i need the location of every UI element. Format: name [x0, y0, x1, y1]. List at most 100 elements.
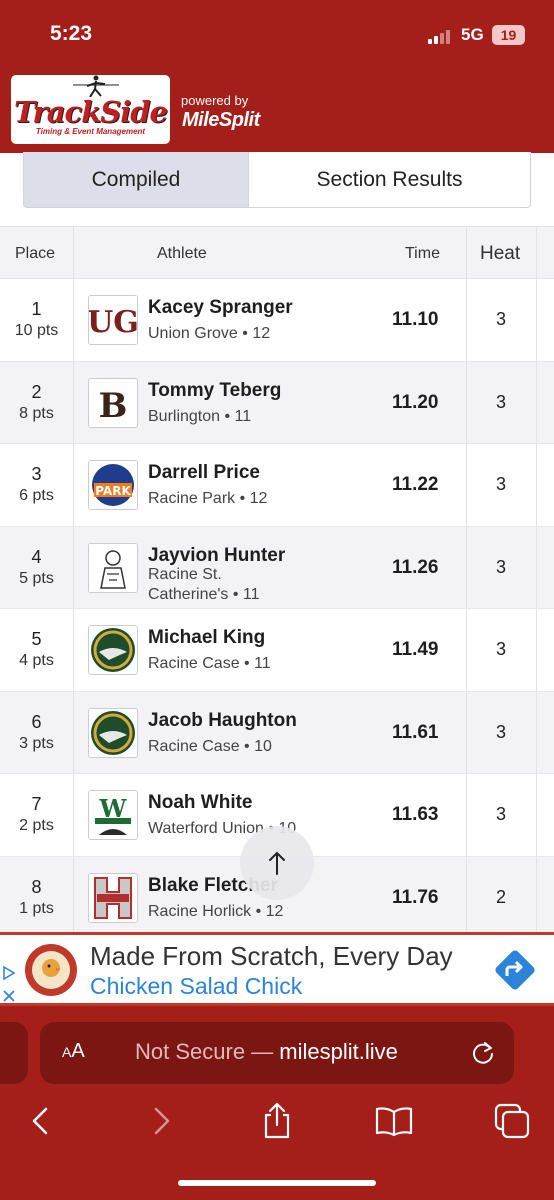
racine-horlick-logo	[88, 872, 138, 923]
network-type: 5G	[461, 25, 484, 44]
table-header: Place Athlete Time Heat	[0, 226, 554, 280]
table-row[interactable]: 4 5 pts Jayvion Hunter Racine St. Catheri…	[0, 526, 554, 609]
svg-text:B: B	[99, 386, 128, 426]
place-points: 4 pts	[19, 652, 54, 669]
address-bar[interactable]: AA Not Secure — milesplit.live	[40, 1022, 514, 1084]
results-tabs: Compiled Section Results	[23, 152, 531, 208]
table-row[interactable]: 6 3 pts Jacob Haughton Racine Case • 10 …	[0, 691, 554, 774]
place-points: 6 pts	[19, 487, 54, 504]
heat-number: 3	[495, 804, 506, 824]
result-time: 11.26	[392, 556, 439, 578]
athlete-school: Racine Case • 11	[148, 655, 271, 672]
column-header-heat[interactable]: Heat	[480, 227, 520, 280]
tabs-icon[interactable]	[492, 1101, 532, 1141]
tab-section-results[interactable]: Section Results	[249, 152, 530, 207]
ad-headline[interactable]: Made From Scratch, Every Day	[90, 941, 453, 972]
heat-number: 3	[495, 639, 506, 659]
app-header: TrackSide Timing & Event Management	[0, 66, 554, 153]
column-header-time[interactable]: Time	[405, 227, 440, 280]
svg-text:UG: UG	[89, 305, 137, 340]
directions-icon[interactable]	[490, 945, 540, 995]
athlete-name[interactable]: Kacey Spranger	[148, 297, 293, 319]
url-domain: milesplit.live	[279, 1039, 398, 1064]
table-row[interactable]: 2 8 pts B Tommy Teberg Burlington • 11 1…	[0, 361, 554, 444]
url-security: Not Secure —	[135, 1039, 280, 1064]
place-points: 1 pts	[19, 899, 54, 917]
browser-toolbar: AA Not Secure — milesplit.live	[0, 1006, 554, 1200]
heat-number: 2	[495, 886, 506, 907]
column-header-place[interactable]: Place	[15, 227, 55, 280]
place-points: 3 pts	[19, 734, 54, 752]
chicken-salad-chick-logo	[25, 944, 77, 996]
waterford-union-logo: W	[88, 790, 138, 840]
athlete-school: Burlington • 11	[148, 407, 252, 425]
result-time: 11.49	[392, 639, 439, 660]
place-number: 4	[31, 546, 42, 567]
svg-text:PARK: PARK	[95, 484, 131, 498]
result-time: 11.61	[392, 721, 439, 743]
athlete-name[interactable]: Noah White	[148, 792, 253, 814]
result-time: 11.22	[392, 474, 439, 495]
text-size-button[interactable]: AA	[62, 1040, 85, 1063]
status-bar: 5:23 5G 19	[0, 0, 554, 66]
back-icon[interactable]	[22, 1101, 62, 1141]
athlete-name[interactable]: Jacob Haughton	[148, 710, 297, 732]
school-line: Racine St.	[148, 565, 222, 583]
forward-icon[interactable]	[140, 1101, 180, 1141]
previous-tab-pill[interactable]	[0, 1022, 28, 1084]
battery-icon: 19	[492, 25, 525, 45]
result-time: 11.63	[392, 804, 439, 825]
home-indicator[interactable]	[178, 1180, 376, 1186]
heat-number: 3	[495, 309, 506, 329]
result-time: 11.76	[392, 886, 439, 908]
table-row[interactable]: 5 4 pts Michael King Racine Case • 11 11…	[0, 609, 554, 692]
milesplit-logo[interactable]: MileSplit	[182, 109, 260, 132]
burlington-logo: B	[88, 377, 138, 428]
powered-by-label: powered by	[181, 93, 249, 108]
runner-icon	[73, 75, 119, 97]
place-number: 5	[31, 629, 42, 649]
racine-case-logo	[88, 625, 138, 675]
logo-text: TrackSide	[14, 95, 168, 129]
tab-compiled[interactable]: Compiled	[24, 152, 249, 207]
place-points: 5 pts	[19, 569, 54, 587]
reload-icon[interactable]	[470, 1040, 496, 1066]
result-time: 11.10	[392, 309, 439, 330]
share-icon[interactable]	[257, 1101, 297, 1141]
place-number: 8	[31, 876, 42, 897]
ad-brand-link[interactable]: Chicken Salad Chick	[90, 973, 302, 1000]
athlete-school: Racine Case • 10	[148, 737, 272, 755]
trackside-logo[interactable]: TrackSide Timing & Event Management	[11, 75, 170, 144]
logo-subtitle: Timing & Event Management	[35, 127, 146, 136]
status-time: 5:23	[50, 22, 93, 45]
school-line: Catherine's • 11	[148, 585, 260, 603]
place-number: 7	[31, 794, 42, 814]
athlete-school: Racine St. Catherine's • 11	[148, 565, 260, 605]
place-points: 10 pts	[14, 322, 59, 339]
heat-number: 3	[495, 474, 506, 494]
athlete-name[interactable]: Michael King	[148, 627, 265, 649]
ad-choices-icon[interactable]	[2, 963, 16, 1009]
athlete-name[interactable]: Tommy Teberg	[148, 380, 281, 402]
racine-st-catherines-logo	[88, 542, 138, 593]
heat-number: 3	[495, 391, 506, 412]
racine-case-logo	[88, 707, 138, 758]
scroll-to-top-button[interactable]	[240, 826, 314, 900]
athlete-name[interactable]: Darrell Price	[148, 462, 260, 484]
arrow-up-icon	[269, 851, 285, 875]
ad-banner[interactable]: Made From Scratch, Every Day Chicken Sal…	[0, 932, 554, 1006]
column-header-athlete[interactable]: Athlete	[157, 227, 207, 280]
athlete-school: Racine Horlick • 12	[148, 902, 284, 920]
place-points: 2 pts	[19, 817, 54, 834]
place-number: 6	[31, 711, 42, 732]
bookmarks-icon[interactable]	[374, 1101, 414, 1141]
place-points: 8 pts	[19, 404, 54, 422]
table-row[interactable]: 3 6 pts PARK Darrell Price Racine Park •…	[0, 444, 554, 527]
union-grove-logo: UG	[88, 295, 138, 345]
athlete-name[interactable]: Jayvion Hunter	[148, 545, 285, 567]
athlete-school: Racine Park • 12	[148, 490, 268, 507]
place-number: 1	[31, 299, 42, 319]
table-row[interactable]: 1 10 pts UG Kacey Spranger Union Grove •…	[0, 279, 554, 362]
url-display[interactable]: Not Secure — milesplit.live	[135, 1039, 398, 1065]
racine-park-logo: PARK	[88, 460, 138, 510]
